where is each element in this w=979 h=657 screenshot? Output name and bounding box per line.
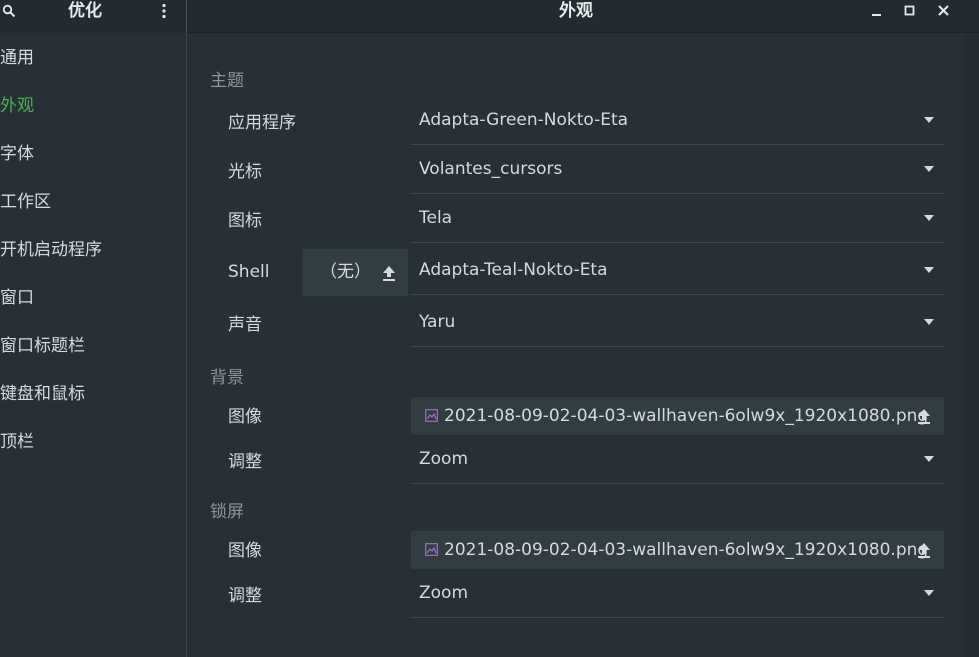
app-title: 优化	[68, 1, 102, 21]
upload-icon	[383, 266, 395, 281]
background-image-chooser[interactable]: 2021-08-09-02-04-03-wallhaven-6olw9x_192…	[411, 397, 944, 435]
search-icon[interactable]	[2, 4, 16, 18]
combo-value: Adapta-Green-Nokto-Eta	[419, 110, 629, 130]
lock-screen-image-chooser[interactable]: 2021-08-09-02-04-03-wallhaven-6olw9x_192…	[411, 531, 944, 569]
section-title-background: 背景	[210, 368, 244, 388]
sidebar-item-fonts[interactable]: 字体	[0, 142, 34, 166]
page-title: 外观	[559, 1, 593, 21]
upload-icon	[918, 409, 930, 424]
label-background-adjustment: 调整	[228, 452, 262, 472]
sidebar-header: 优化	[0, 0, 186, 33]
label-shell: Shell	[228, 262, 270, 282]
sidebar-item-window-titlebars[interactable]: 窗口标题栏	[0, 334, 85, 358]
sidebar-item-windows[interactable]: 窗口	[0, 286, 34, 310]
combo-value: Tela	[419, 208, 453, 228]
chevron-down-icon	[924, 267, 934, 273]
combo-value: Adapta-Teal-Nokto-Eta	[419, 260, 608, 280]
combo-value: Volantes_cursors	[419, 159, 563, 179]
combo-value: Zoom	[419, 583, 469, 603]
minimize-icon[interactable]	[869, 3, 885, 19]
section-title-themes: 主题	[210, 71, 244, 91]
label-lock-adjustment: 调整	[228, 586, 262, 606]
shell-theme-combo[interactable]: Adapta-Teal-Nokto-Eta	[411, 247, 944, 295]
sidebar-item-top-bar[interactable]: 顶栏	[0, 430, 34, 454]
sidebar: 通用 外观 字体 工作区 开机启动程序 窗口 窗口标题栏 键盘和鼠标 顶栏	[0, 33, 186, 657]
maximize-icon[interactable]	[902, 3, 918, 19]
image-file-icon	[425, 409, 438, 422]
section-title-lock-screen: 锁屏	[210, 502, 244, 522]
combo-value: Zoom	[419, 449, 469, 469]
icons-theme-combo[interactable]: Tela	[411, 195, 944, 243]
shell-extension-button[interactable]: （无）	[302, 249, 408, 296]
sidebar-item-workspaces[interactable]: 工作区	[0, 190, 51, 214]
chevron-down-icon	[924, 117, 934, 123]
sidebar-item-appearance[interactable]: 外观	[0, 94, 34, 118]
chevron-down-icon	[924, 319, 934, 325]
image-file-icon	[425, 543, 438, 556]
upload-icon	[918, 543, 930, 558]
header-separator	[186, 0, 187, 33]
header-bar: 优化 外观	[0, 0, 979, 33]
sidebar-item-startup-apps[interactable]: 开机启动程序	[0, 238, 102, 262]
sound-theme-combo[interactable]: Yaru	[411, 299, 944, 347]
label-background-image: 图像	[228, 407, 262, 427]
sidebar-item-general[interactable]: 通用	[0, 46, 34, 70]
label-lock-image: 图像	[228, 541, 262, 561]
label-icons: 图标	[228, 211, 262, 231]
chevron-down-icon	[924, 456, 934, 462]
combo-value: Yaru	[419, 312, 456, 332]
scroll-area[interactable]	[965, 33, 979, 657]
label-applications: 应用程序	[228, 113, 296, 133]
chevron-down-icon	[924, 590, 934, 596]
lock-screen-adjustment-combo[interactable]: Zoom	[411, 570, 944, 618]
label-sound: 声音	[228, 315, 262, 335]
file-name: 2021-08-09-02-04-03-wallhaven-6olw9x_192…	[444, 540, 929, 560]
label-cursor: 光标	[228, 162, 262, 182]
file-name: 2021-08-09-02-04-03-wallhaven-6olw9x_192…	[444, 406, 929, 426]
chevron-down-icon	[924, 166, 934, 172]
cursor-theme-combo[interactable]: Volantes_cursors	[411, 146, 944, 194]
kebab-menu-icon[interactable]	[158, 3, 170, 19]
applications-theme-combo[interactable]: Adapta-Green-Nokto-Eta	[411, 97, 944, 145]
background-adjustment-combo[interactable]: Zoom	[411, 436, 944, 484]
close-icon[interactable]	[936, 3, 952, 19]
shell-none-label: （无）	[320, 262, 371, 282]
sidebar-item-keyboard-mouse[interactable]: 键盘和鼠标	[0, 382, 85, 406]
chevron-down-icon	[924, 215, 934, 221]
